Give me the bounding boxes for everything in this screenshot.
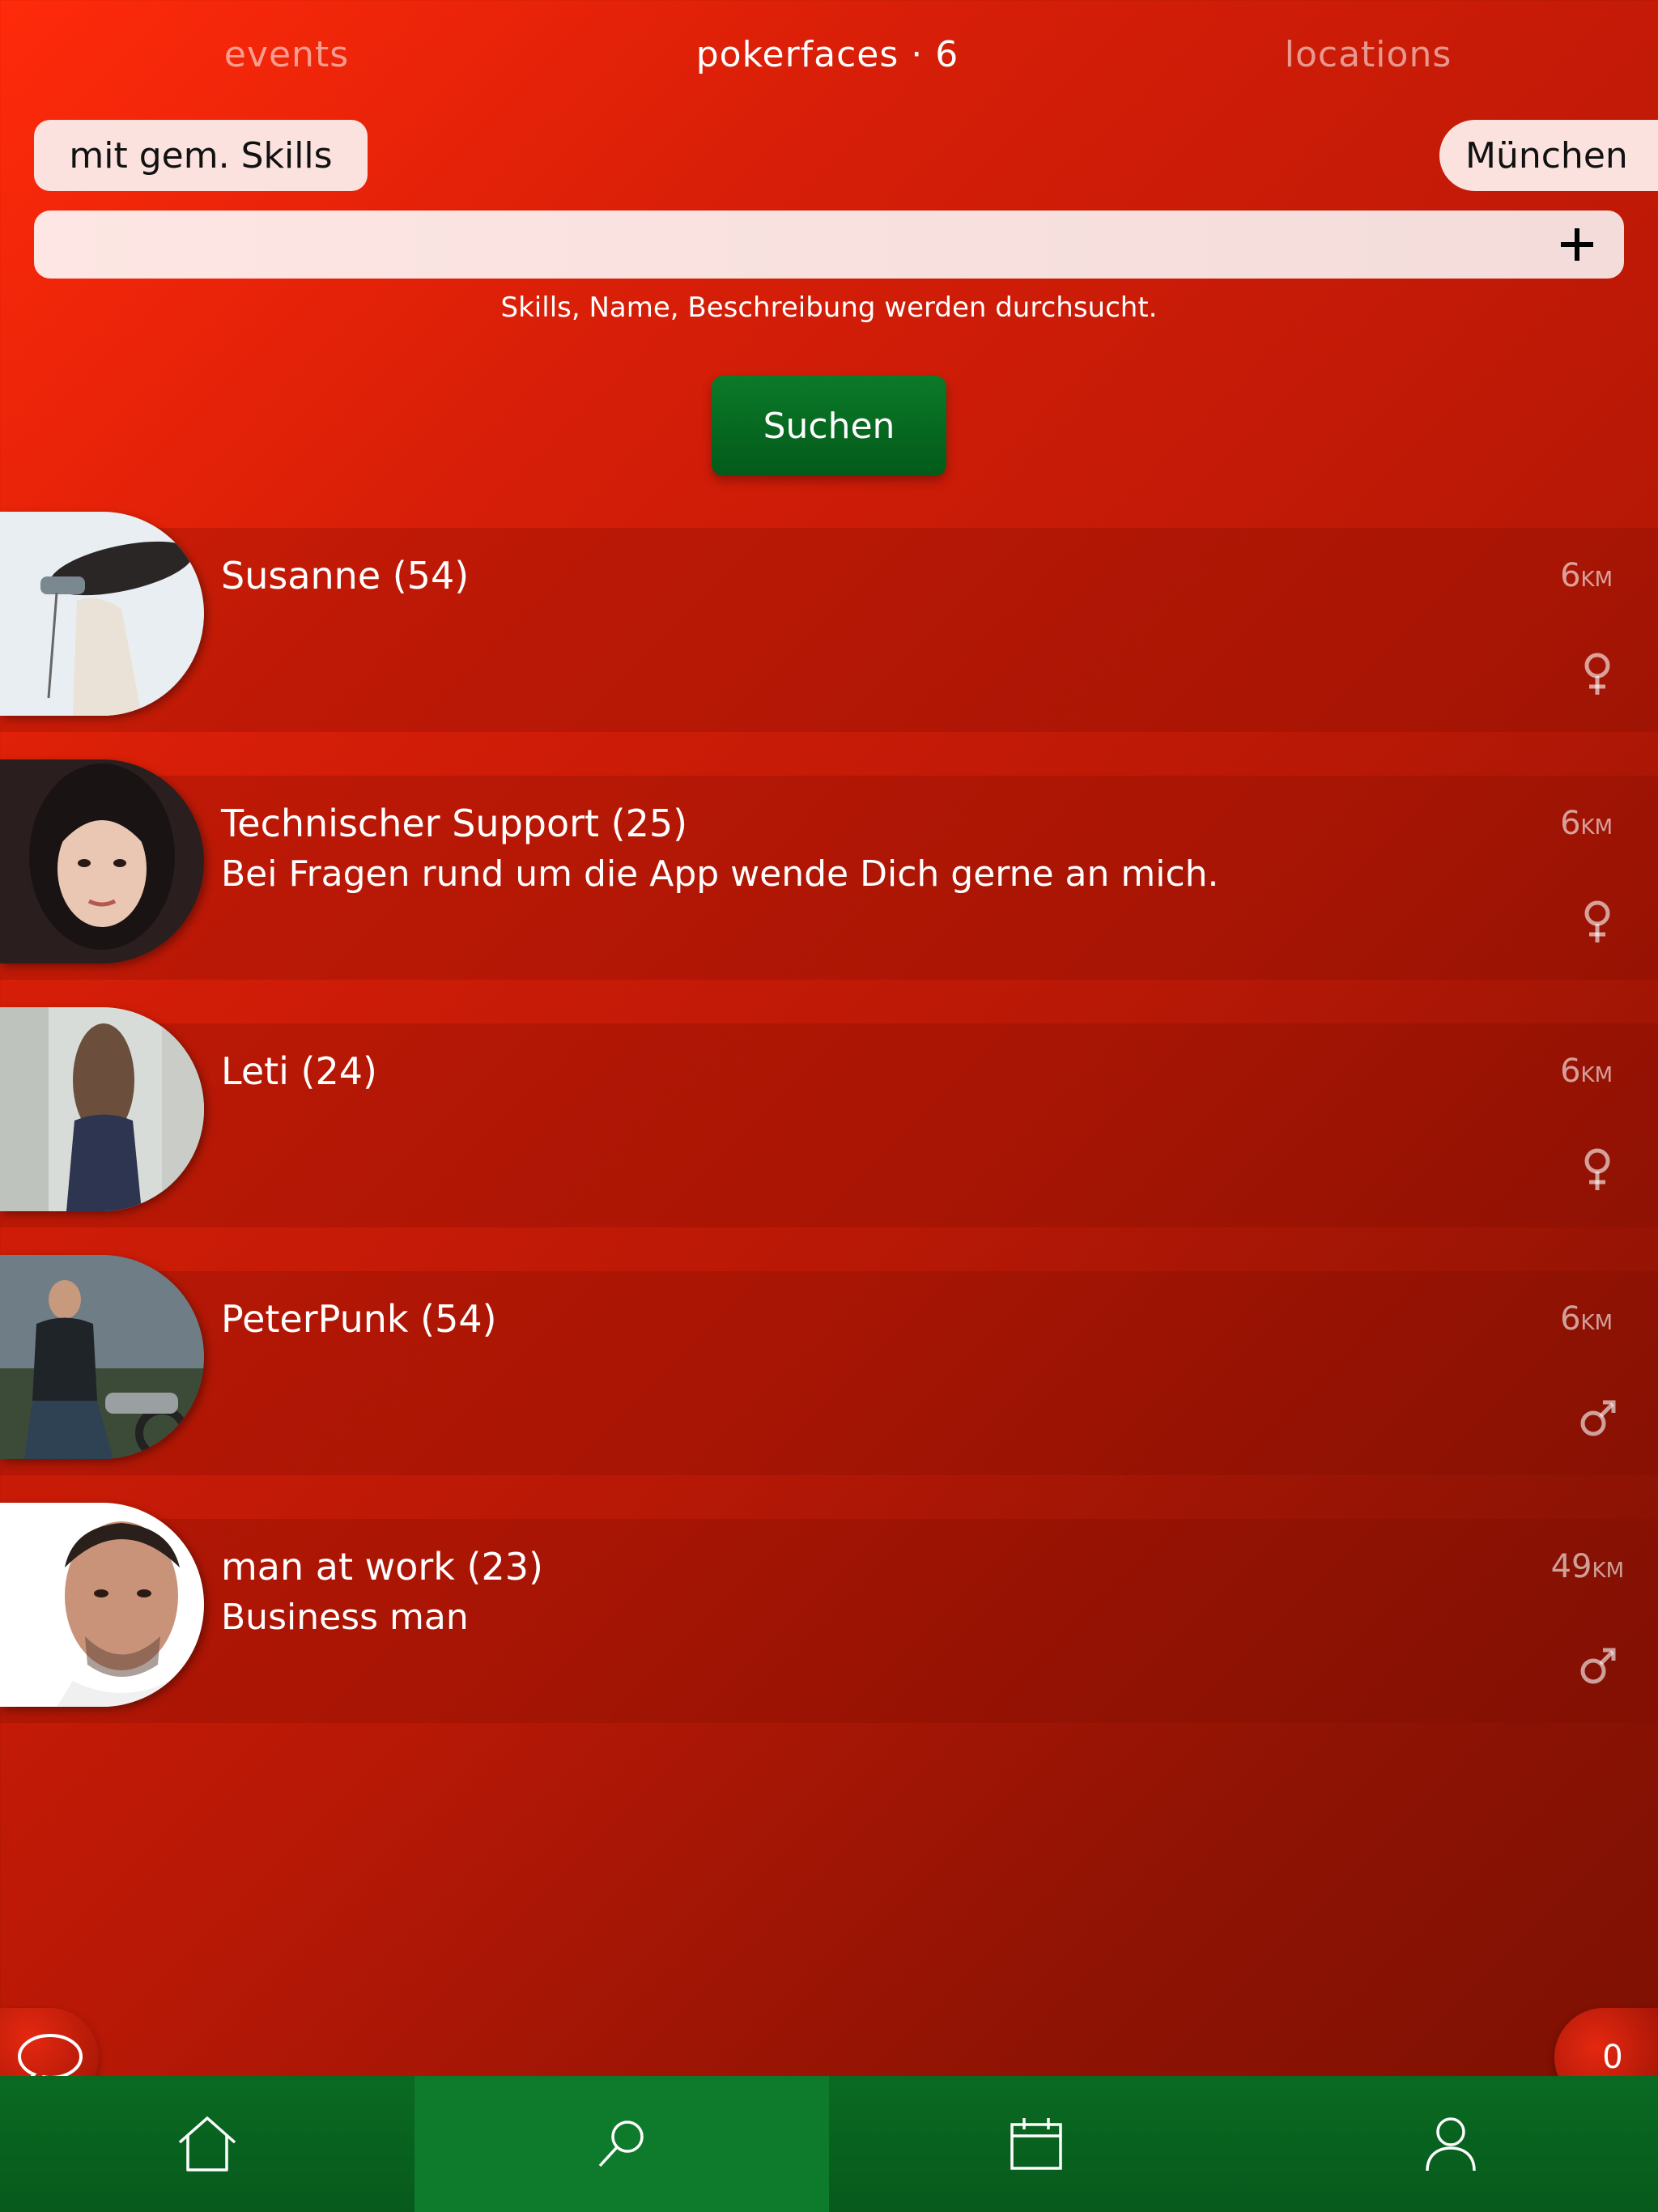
avatar (0, 1255, 204, 1459)
plus-icon[interactable] (1554, 222, 1600, 267)
search-hint: Skills, Name, Beschreibung werden durchs… (500, 291, 1158, 324)
tab-events[interactable]: events (224, 34, 349, 75)
search-icon (598, 2121, 644, 2167)
user-name: Technischer Support (25) (221, 802, 688, 845)
nav-search[interactable] (414, 2076, 829, 2212)
distance: 6KM (1560, 1053, 1613, 1090)
tab-locations[interactable]: locations (1285, 34, 1452, 75)
tab-pokerfaces[interactable]: pokerfaces · 6 (696, 34, 959, 75)
avatar (0, 512, 204, 716)
list-item[interactable]: Leti (24) 6KM (0, 1007, 1658, 1227)
user-name: Leti (24) (221, 1049, 377, 1093)
home-icon (178, 2116, 236, 2172)
distance: 6KM (1560, 1300, 1613, 1338)
avatar (0, 1007, 204, 1211)
profile-icon (1426, 2117, 1476, 2172)
city-filter-button[interactable]: München (1439, 120, 1658, 191)
female-icon (1584, 653, 1610, 695)
avatar (0, 1503, 204, 1707)
user-description: Business man (221, 1597, 469, 1638)
list-item[interactable]: PeterPunk (54) 6KM (0, 1255, 1658, 1475)
distance: 6KM (1560, 557, 1613, 594)
search-button[interactable]: Suchen (712, 376, 946, 476)
list-item[interactable]: Susanne (54) 6KM (0, 512, 1658, 732)
top-tabs: events pokerfaces · 6 locations (0, 0, 1658, 113)
distance: 6KM (1560, 805, 1613, 842)
list-item[interactable]: man at work (23) Business man 49KM (0, 1503, 1658, 1723)
female-icon (1584, 1148, 1610, 1190)
nav-profile[interactable] (1244, 2076, 1658, 2212)
bottom-navbar (0, 2076, 1658, 2212)
user-description: Bei Fragen rund um die App wende Dich ge… (221, 853, 1219, 895)
calendar-icon (1010, 2118, 1062, 2170)
male-icon (1580, 1648, 1616, 1684)
user-name: PeterPunk (54) (221, 1297, 497, 1341)
avatar (0, 759, 204, 963)
male-icon (1580, 1400, 1616, 1436)
user-name: Susanne (54) (221, 554, 470, 598)
nav-calendar[interactable] (829, 2076, 1244, 2212)
distance: 49KM (1550, 1548, 1624, 1585)
list-item[interactable]: Technischer Support (25) Bei Fragen rund… (0, 759, 1658, 980)
user-name: man at work (23) (221, 1545, 543, 1589)
nav-home[interactable] (0, 2076, 414, 2212)
skills-filter-button[interactable]: mit gem. Skills (34, 120, 368, 191)
female-icon (1584, 900, 1610, 942)
search-input[interactable] (34, 211, 1624, 279)
